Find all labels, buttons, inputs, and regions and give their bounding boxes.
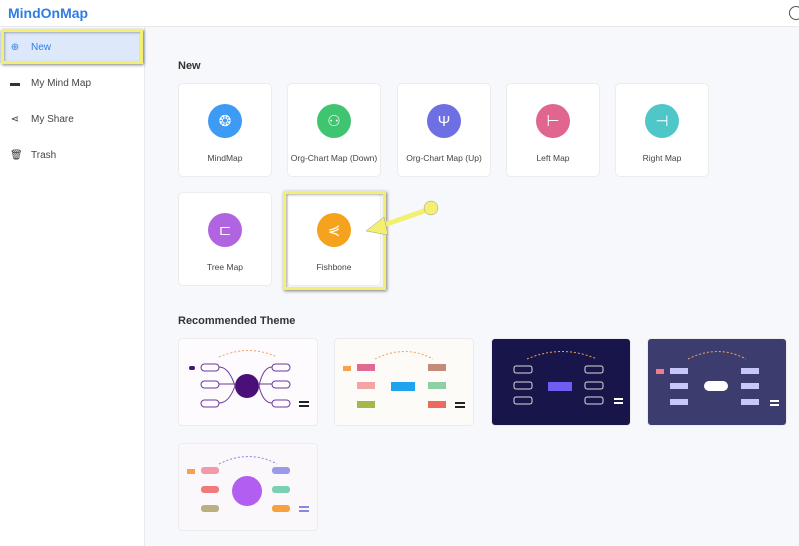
- template-right-map[interactable]: ⊣ Right Map: [615, 83, 709, 177]
- trash-icon: 🗑: [10, 149, 23, 161]
- sidebar-item-my-mind-map[interactable]: ▬ My Mind Map: [0, 67, 145, 99]
- theme-card-4[interactable]: [647, 338, 787, 426]
- share-icon: ⋖: [10, 113, 20, 125]
- highlight-box-new: [1, 29, 143, 64]
- org-down-icon: ⚇: [317, 104, 351, 138]
- template-org-chart-up[interactable]: Ψ Org-Chart Map (Up): [397, 83, 491, 177]
- template-label: Left Map: [536, 153, 570, 163]
- theme-preview: [187, 456, 309, 512]
- org-up-icon: Ψ: [427, 104, 461, 138]
- theme-card-2[interactable]: [334, 338, 474, 426]
- template-label: Tree Map: [206, 262, 244, 272]
- sidebar: ⊕ New ▬ My Mind Map ⋖ My Share 🗑 Trash: [0, 27, 145, 546]
- right-map-icon: ⊣: [645, 104, 679, 138]
- header: MindOnMap: [0, 0, 799, 27]
- template-label: MindMap: [207, 153, 243, 163]
- arrow-annotation-icon: [365, 200, 439, 236]
- sidebar-item-label: My Mind Map: [31, 77, 92, 89]
- recommended-theme-title: Recommended Theme: [178, 315, 296, 327]
- template-org-chart-down[interactable]: ⚇ Org-Chart Map (Down): [287, 83, 381, 177]
- theme-preview: [189, 350, 309, 408]
- theme-preview: [656, 351, 779, 406]
- sidebar-item-label: My Share: [31, 113, 74, 125]
- theme-card-5[interactable]: [178, 443, 318, 531]
- template-label: Org-Chart Map (Down): [290, 153, 378, 163]
- sidebar-item-trash[interactable]: 🗑 Trash: [0, 139, 145, 171]
- new-section-title: New: [178, 60, 201, 72]
- template-tree-map[interactable]: ⊏ Tree Map: [178, 192, 272, 286]
- left-map-icon: ⊢: [536, 104, 570, 138]
- theme-preview: [343, 351, 465, 408]
- template-label: Org-Chart Map (Up): [406, 153, 482, 163]
- tree-map-icon: ⊏: [208, 213, 242, 247]
- logo[interactable]: MindOnMap: [8, 5, 88, 21]
- sidebar-item-my-share[interactable]: ⋖ My Share: [0, 103, 145, 135]
- sidebar-item-label: Trash: [31, 149, 57, 161]
- theme-preview: [513, 351, 623, 405]
- template-left-map[interactable]: ⊢ Left Map: [506, 83, 600, 177]
- theme-card-3[interactable]: [491, 338, 631, 426]
- template-mindmap[interactable]: ❂ MindMap: [178, 83, 272, 177]
- template-label: Right Map: [642, 153, 682, 163]
- theme-card-1[interactable]: [178, 338, 318, 426]
- brain-icon: ❂: [208, 104, 242, 138]
- folder-icon: ▬: [10, 77, 20, 89]
- user-circle-icon[interactable]: [789, 6, 799, 20]
